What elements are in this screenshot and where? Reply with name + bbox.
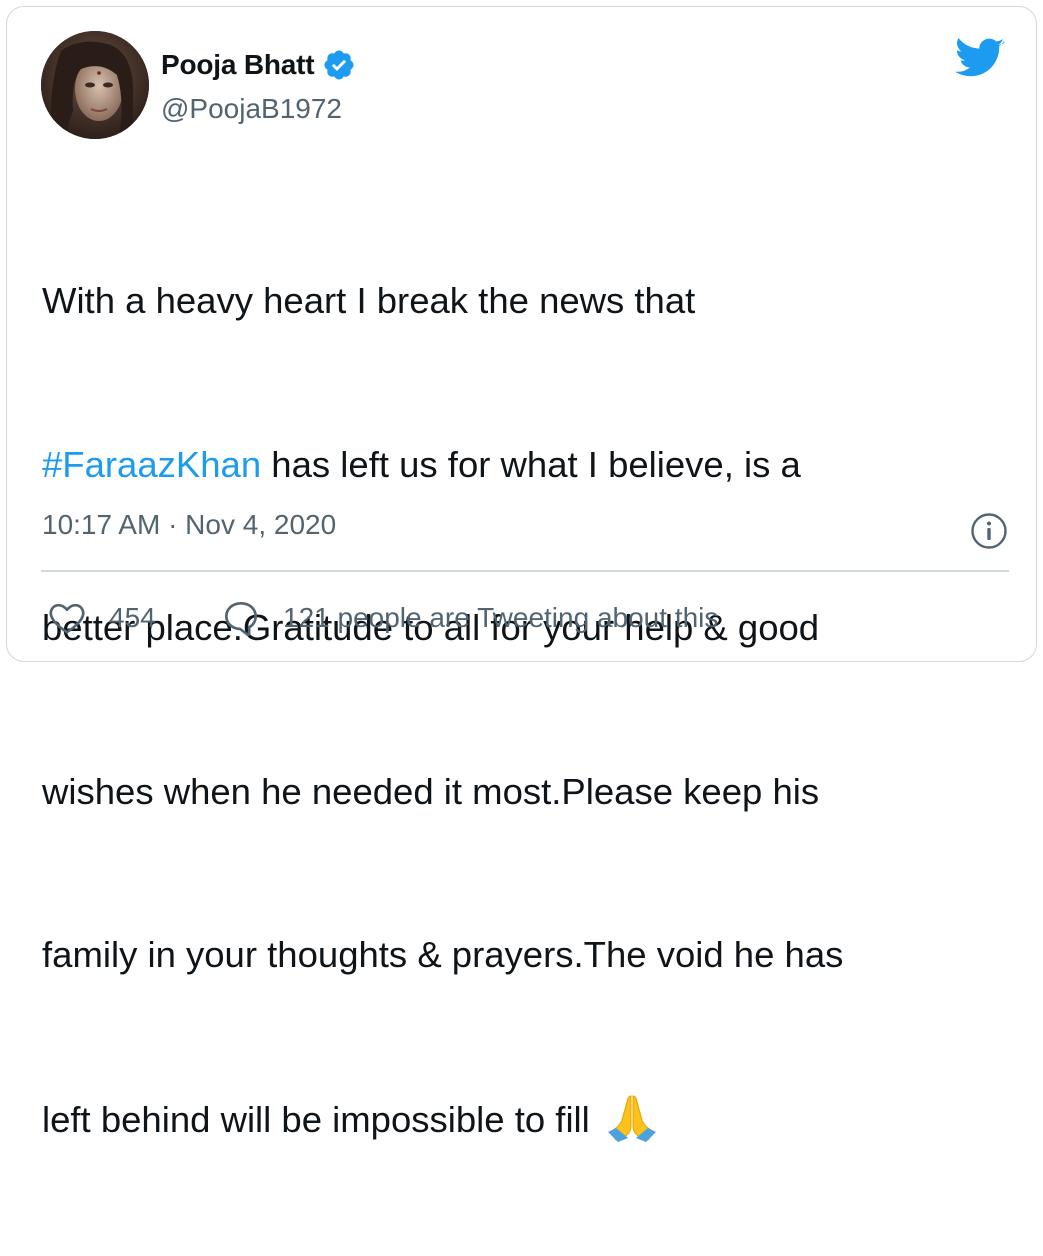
tweeting-about-link[interactable]: 121 people are Tweeting about this bbox=[221, 595, 718, 641]
divider bbox=[41, 570, 1009, 572]
like-button[interactable]: 454 bbox=[47, 595, 156, 641]
author-name[interactable]: Pooja Bhatt bbox=[161, 49, 315, 81]
tweet-card[interactable]: Pooja Bhatt @PoojaB1972 With a heavy hea… bbox=[6, 6, 1037, 1142]
speech-bubble-icon bbox=[225, 602, 257, 637]
author-handle[interactable]: @PoojaB1972 bbox=[161, 93, 342, 125]
verified-badge-icon bbox=[322, 48, 356, 82]
tweet-line-5: family in your thoughts & prayers.The vo… bbox=[42, 928, 1002, 983]
hashtag-link[interactable]: #FaraazKhan bbox=[42, 444, 261, 485]
tweet-text-segment: left behind will be impossible to fill bbox=[42, 1098, 600, 1140]
author-name-row[interactable]: Pooja Bhatt bbox=[161, 47, 356, 83]
tweet-line-2: #FaraazKhan has left us for what I belie… bbox=[42, 438, 1002, 493]
avatar-image bbox=[41, 31, 149, 139]
heart-icon bbox=[49, 603, 85, 634]
tweet-text: With a heavy heart I break the news that… bbox=[42, 165, 1002, 1256]
tweet-text-segment: wishes when he needed it most.Please kee… bbox=[42, 770, 820, 812]
tweet-line-4: wishes when he needed it most.Please kee… bbox=[42, 765, 1002, 820]
tweet-timestamp[interactable]: 10:17 AM · Nov 4, 2020 bbox=[42, 509, 336, 541]
tweet-text-segment: With a heavy heart I break the news that bbox=[42, 280, 696, 321]
like-count: 454 bbox=[109, 602, 156, 633]
avatar[interactable] bbox=[41, 31, 149, 139]
tweeting-about-text: 121 people are Tweeting about this bbox=[283, 602, 719, 633]
tweet-line-6: left behind will be impossible to fill bbox=[42, 1092, 1002, 1148]
twitter-bird-icon[interactable] bbox=[955, 37, 1005, 81]
tweet-text-segment: family in your thoughts & prayers.The vo… bbox=[42, 934, 844, 975]
tweet-text-segment: has left us for what I believe, is a bbox=[261, 443, 801, 485]
tweet-actions: 454 121 people are Tweeting about this bbox=[7, 595, 1036, 641]
info-icon[interactable] bbox=[970, 512, 1008, 550]
tweet-line-1: With a heavy heart I break the news that bbox=[42, 274, 1002, 329]
folded-hands-emoji-icon bbox=[606, 1092, 658, 1142]
